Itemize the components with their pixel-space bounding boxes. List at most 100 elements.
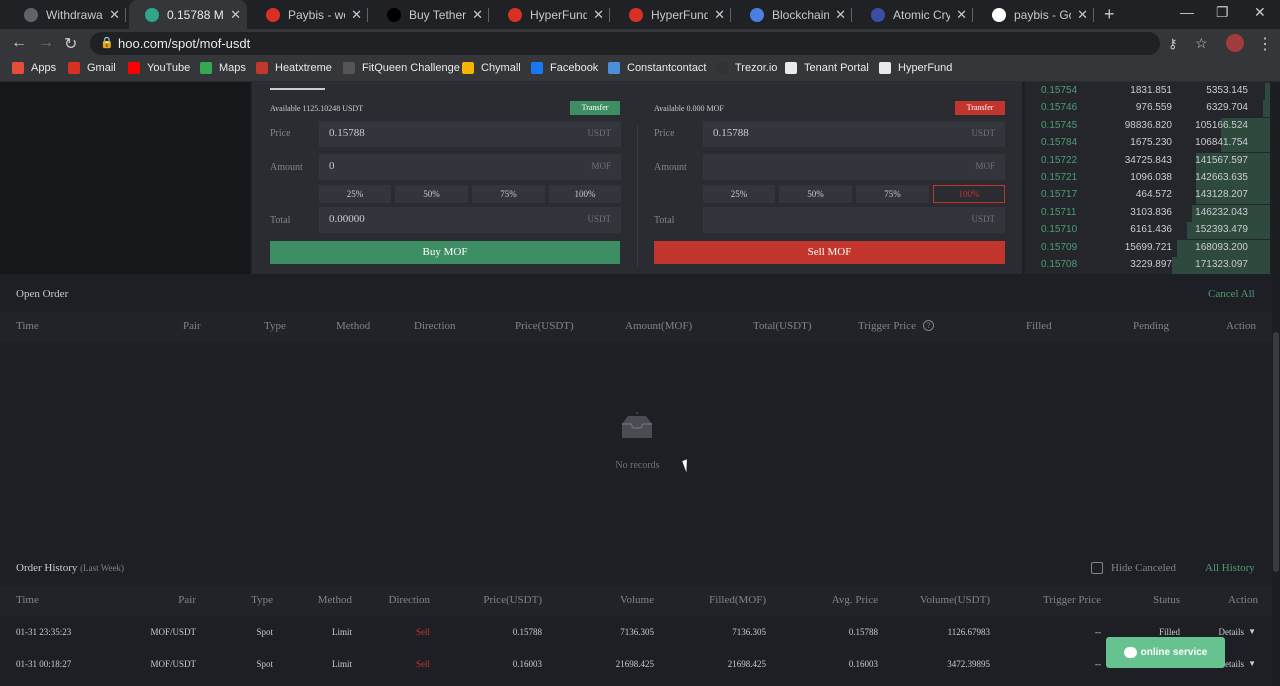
buy-transfer-button[interactable]: Transfer <box>570 101 620 115</box>
orderbook-row[interactable]: 0.15722 34725.843 141567.597 <box>1025 152 1270 170</box>
cancel-all-button[interactable]: Cancel All <box>1208 288 1255 300</box>
bookmark-item[interactable]: FitQueen Challenge <box>343 62 460 74</box>
close-tab-icon[interactable]: ✕ <box>230 7 241 23</box>
sell-pct-25[interactable]: 25% <box>703 185 775 203</box>
profile-avatar[interactable] <box>1226 34 1244 52</box>
close-tab-icon[interactable]: ✕ <box>593 7 604 23</box>
bookmark-item[interactable]: Facebook <box>531 62 598 74</box>
back-icon[interactable]: ← <box>11 34 27 52</box>
order-history-column-header: Status <box>1153 594 1180 606</box>
bookmark-icon <box>343 62 355 74</box>
browser-tab[interactable]: Buy Tether (US ✕ <box>371 0 489 29</box>
hide-canceled-checkbox[interactable] <box>1091 562 1103 574</box>
browser-tab[interactable]: paybis - Googl ✕ <box>976 0 1094 29</box>
sell-pct-75[interactable]: 75% <box>856 185 929 203</box>
orderbook-row[interactable]: 0.15708 3229.897 171323.097 <box>1025 257 1270 274</box>
orderbook-row[interactable]: 0.15784 1675.230 106841.754 <box>1025 135 1270 153</box>
minimize-icon[interactable]: — <box>1180 4 1194 20</box>
bookmark-item[interactable]: Apps <box>12 62 56 74</box>
forward-icon[interactable]: → <box>38 34 54 52</box>
buy-pct-75[interactable]: 75% <box>472 185 545 203</box>
page-scrollbar[interactable] <box>1272 82 1280 686</box>
orderbook-row[interactable]: 0.15709 15699.721 168093.200 <box>1025 239 1270 257</box>
star-icon[interactable]: ☆ <box>1195 35 1208 52</box>
browser-tab[interactable]: HyperFund Ver ✕ <box>613 0 731 29</box>
bookmark-item[interactable]: Chymall <box>462 62 521 74</box>
orderbook-row[interactable]: 0.15754 1831.851 5353.145 <box>1025 83 1270 100</box>
key-icon[interactable]: ⚷ <box>1168 36 1178 52</box>
bookmark-item[interactable]: YouTube <box>128 62 190 74</box>
order-history-column-header: Volume(USDT) <box>919 594 990 606</box>
buy-pct-25[interactable]: 25% <box>319 185 391 203</box>
sell-amount-label: Amount <box>654 162 687 173</box>
online-service-button[interactable]: online service <box>1106 637 1225 668</box>
orderbook-row[interactable]: 0.15717 464.572 143128.207 <box>1025 187 1270 205</box>
close-tab-icon[interactable]: ✕ <box>472 7 483 23</box>
tab-label: Blockchain.con <box>772 7 830 22</box>
browser-tab[interactable]: Atomic Crypto ✕ <box>855 0 973 29</box>
orderbook-price: 0.15711 <box>1041 206 1077 218</box>
maximize-icon[interactable]: ❐ <box>1216 4 1229 21</box>
buy-price-input[interactable]: 0.15788 USDT <box>319 121 621 147</box>
close-tab-icon[interactable]: ✕ <box>835 7 846 23</box>
bookmark-item[interactable]: Gmail <box>68 62 116 74</box>
open-order-header: Open Order Cancel All <box>0 278 1272 312</box>
details-button[interactable]: Details <box>1219 627 1245 637</box>
sell-mof-button[interactable]: Sell MOF <box>654 241 1005 264</box>
browser-tab[interactable]: Blockchain.con ✕ <box>734 0 852 29</box>
orderbook-price: 0.15708 <box>1041 259 1078 270</box>
bookmark-item[interactable]: Heatxtreme <box>256 62 332 74</box>
tether-icon <box>387 7 401 22</box>
bookmark-item[interactable]: HyperFund <box>879 62 952 74</box>
sell-amount-input[interactable]: MOF <box>703 154 1005 180</box>
bookmark-label: Heatxtreme <box>275 62 332 74</box>
help-icon[interactable]: ? <box>923 320 934 331</box>
bookmark-item[interactable]: Trezor.io <box>716 62 777 74</box>
menu-icon[interactable]: ⋮ <box>1257 34 1273 54</box>
close-tab-icon[interactable]: ✕ <box>956 7 967 23</box>
depth-bar <box>1265 83 1270 100</box>
buy-pct-100[interactable]: 100% <box>549 185 621 203</box>
sell-transfer-button[interactable]: Transfer <box>955 101 1005 115</box>
tab-separator <box>609 8 610 22</box>
close-tab-icon[interactable]: ✕ <box>109 7 120 23</box>
close-tab-icon[interactable]: ✕ <box>351 7 362 23</box>
sell-price-input[interactable]: 0.15788 USDT <box>703 121 1005 147</box>
browser-tab[interactable]: Withdrawal Re ✕ <box>8 0 126 29</box>
orderbook-row[interactable]: 0.15745 98836.820 105166.524 <box>1025 117 1270 135</box>
chevron-down-icon[interactable]: ▼ <box>1248 659 1256 668</box>
browser-tab[interactable]: HyperFund Ver ✕ <box>492 0 610 29</box>
browser-tab[interactable]: 0.15788 MOF/U ✕ <box>129 0 247 29</box>
bookmark-item[interactable]: Constantcontact <box>608 62 707 74</box>
url-input[interactable]: 🔒 hoo.com/spot/mof-usdt <box>90 32 1160 55</box>
close-tab-icon[interactable]: ✕ <box>1077 7 1088 23</box>
close-window-icon[interactable]: ✕ <box>1254 4 1266 21</box>
orderbook-row[interactable]: 0.15710 6161.436 152393.479 <box>1025 222 1270 240</box>
orderbook-row[interactable]: 0.15711 3103.836 146232.043 <box>1025 204 1270 222</box>
buy-pct-50[interactable]: 50% <box>395 185 468 203</box>
orderbook-row[interactable]: 0.15746 976.559 6329.704 <box>1025 100 1270 118</box>
reload-icon[interactable]: ↻ <box>64 34 77 54</box>
orderbook-total: 5353.145 <box>1206 85 1248 96</box>
scrollbar-thumb[interactable] <box>1273 332 1279 572</box>
close-tab-icon[interactable]: ✕ <box>714 7 725 23</box>
orderbook-row[interactable]: 0.15721 1096.038 142663.635 <box>1025 170 1270 187</box>
chevron-down-icon[interactable]: ▼ <box>1248 627 1256 636</box>
buy-amount-input[interactable]: 0 MOF <box>319 154 621 180</box>
bookmark-item[interactable]: Tenant Portal <box>785 62 869 74</box>
empty-inbox-svg <box>622 412 652 438</box>
order-history-cell: Sell <box>415 659 430 669</box>
sell-pct-50[interactable]: 50% <box>779 185 852 203</box>
buy-mof-button[interactable]: Buy MOF <box>270 241 620 264</box>
order-history-cell: 7136.305 <box>732 627 766 637</box>
sell-pct-100[interactable]: 100% <box>933 185 1005 203</box>
orderbook-price: 0.15746 <box>1041 102 1078 114</box>
open-order-column-header: Method <box>336 320 371 332</box>
tab-separator <box>851 8 852 22</box>
all-history-link[interactable]: All History <box>1205 562 1255 574</box>
new-tab-button[interactable]: + <box>1104 4 1115 25</box>
sell-total-input[interactable]: USDT <box>703 207 1005 233</box>
buy-total-input[interactable]: 0.00000 USDT <box>319 207 621 233</box>
bookmark-item[interactable]: Maps <box>200 62 246 74</box>
browser-tab[interactable]: Paybis - workli ✕ <box>250 0 368 29</box>
